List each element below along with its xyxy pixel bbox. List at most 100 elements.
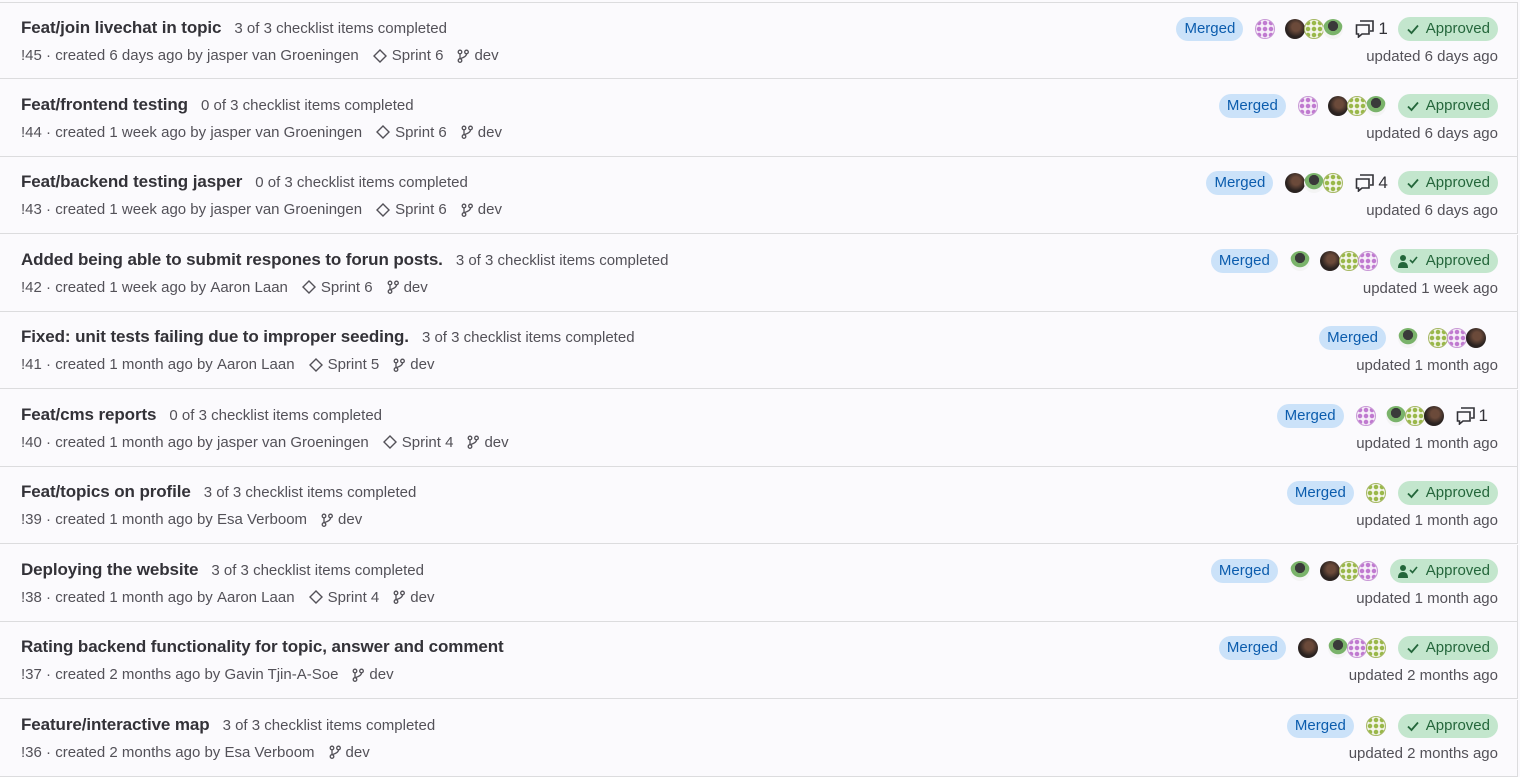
author-link[interactable]: Aaron Laan — [217, 589, 295, 606]
avatar[interactable] — [1323, 19, 1344, 39]
avatar[interactable] — [1323, 173, 1344, 193]
merge-request-row[interactable]: Feat/cms reports 0 of 3 checklist items c… — [0, 389, 1518, 467]
avatar[interactable] — [1398, 328, 1418, 348]
mr-meta: !37 · created 2 months ago by Gavin Tjin… — [21, 666, 394, 683]
avatar[interactable] — [1428, 328, 1448, 348]
avatar[interactable] — [1423, 405, 1444, 426]
approved-badge: Approved — [1397, 171, 1498, 195]
avatar-group — [1297, 95, 1386, 116]
target-branch[interactable]: dev — [393, 356, 434, 373]
merge-request-row[interactable]: Feat/frontend testing 0 of 3 checklist it… — [0, 79, 1518, 157]
avatar[interactable] — [1319, 560, 1340, 581]
merge-request-row[interactable]: Feat/backend testing jasper 0 of 3 checkl… — [0, 157, 1518, 234]
avatar[interactable] — [1447, 328, 1467, 348]
target-branch[interactable]: dev — [321, 511, 362, 528]
avatar[interactable] — [1289, 560, 1310, 581]
avatar[interactable] — [1304, 19, 1325, 39]
avatar[interactable] — [1289, 250, 1310, 271]
avatar[interactable] — [1365, 715, 1386, 736]
merge-request-row[interactable]: Feature/interactive map 3 of 3 checklist … — [0, 699, 1518, 777]
avatar[interactable] — [1365, 483, 1386, 503]
milestone-label: Sprint 4 — [401, 433, 454, 451]
merge-request-row[interactable]: Added being able to submit respones to f… — [0, 234, 1518, 312]
mr-reference[interactable]: !39 — [21, 511, 42, 528]
author-link[interactable]: Aaron Laan — [210, 279, 288, 296]
author-link[interactable]: Esa Verboom — [217, 511, 307, 528]
milestone-link[interactable]: Sprint 6 — [376, 124, 447, 141]
avatar[interactable] — [1357, 560, 1378, 581]
target-branch[interactable]: dev — [329, 744, 370, 761]
milestone-link[interactable]: Sprint 6 — [376, 201, 447, 218]
author-link[interactable]: Esa Verboom — [224, 744, 314, 761]
avatar[interactable] — [1285, 173, 1306, 193]
milestone-link[interactable]: Sprint 4 — [308, 589, 379, 606]
author-link[interactable]: jasper van Groeningen — [207, 47, 359, 64]
target-branch[interactable]: dev — [461, 201, 502, 218]
avatar[interactable] — [1327, 638, 1348, 658]
avatar[interactable] — [1338, 250, 1359, 271]
mr-title-link[interactable]: Feat/backend testing jasper — [21, 172, 242, 192]
target-branch[interactable]: dev — [467, 434, 509, 451]
mr-reference[interactable]: !42 — [21, 279, 42, 296]
avatar[interactable] — [1346, 638, 1367, 658]
avatar[interactable] — [1297, 95, 1318, 116]
mr-title-link[interactable]: Added being able to submit respones to f… — [21, 250, 443, 270]
avatar[interactable] — [1285, 19, 1306, 39]
mr-reference[interactable]: !45 — [21, 47, 42, 64]
comment-icon — [1456, 406, 1479, 425]
mr-reference[interactable]: !44 — [21, 124, 42, 141]
avatar[interactable] — [1365, 638, 1386, 658]
merge-request-row[interactable]: Feat/join livechat in topic 3 of 3 checkl… — [0, 2, 1518, 79]
avatar[interactable] — [1304, 173, 1325, 193]
avatar[interactable] — [1355, 405, 1376, 426]
mr-reference[interactable]: !43 — [21, 201, 42, 218]
author-link[interactable]: jasper van Groeningen — [217, 434, 369, 451]
mr-reference[interactable]: !37 — [21, 666, 42, 683]
target-branch[interactable]: dev — [457, 47, 499, 64]
merge-request-row[interactable]: Fixed: unit tests failing due to imprope… — [0, 312, 1518, 389]
milestone-link[interactable]: Sprint 6 — [301, 279, 373, 296]
avatar[interactable] — [1404, 405, 1425, 426]
avatar[interactable] — [1385, 405, 1406, 426]
merge-request-row[interactable]: Rating backend functionality for topic, … — [0, 622, 1518, 699]
avatar[interactable] — [1319, 250, 1340, 271]
avatar[interactable] — [1346, 95, 1367, 116]
avatar[interactable] — [1466, 328, 1486, 348]
merge-request-row[interactable]: Feat/topics on profile 3 of 3 checklist i… — [0, 467, 1518, 544]
target-branch[interactable]: dev — [387, 279, 428, 296]
target-branch[interactable]: dev — [461, 124, 502, 141]
avatar[interactable] — [1338, 560, 1359, 581]
mr-title-link[interactable]: Fixed: unit tests failing due to imprope… — [21, 327, 409, 347]
comments-count[interactable]: 1 — [1355, 19, 1388, 39]
mr-title-link[interactable]: Feat/join livechat in topic — [21, 18, 221, 38]
milestone-link[interactable]: Sprint 6 — [372, 47, 443, 64]
mr-title-link[interactable]: Rating backend functionality for topic, … — [21, 637, 504, 657]
avatar[interactable] — [1357, 250, 1378, 271]
mr-title-link[interactable]: Feat/cms reports — [21, 405, 157, 425]
avatar[interactable] — [1297, 638, 1318, 658]
author-link[interactable]: Gavin Tjin-A-Soe — [224, 666, 338, 683]
comments-count[interactable]: 1 — [1456, 406, 1488, 426]
avatar[interactable] — [1327, 95, 1348, 116]
target-branch[interactable]: dev — [352, 666, 394, 683]
target-branch[interactable]: dev — [393, 589, 434, 606]
merge-request-row[interactable]: Deploying the website 3 of 3 checklist it… — [0, 544, 1518, 622]
mr-meta: !41 · created 1 month ago by Aaron Laan S… — [21, 356, 434, 373]
comments-count[interactable]: 4 — [1355, 173, 1388, 193]
mr-title-link[interactable]: Deploying the website — [21, 560, 198, 580]
mr-title-link[interactable]: Feature/interactive map — [21, 715, 210, 735]
milestone-link[interactable]: Sprint 5 — [308, 356, 379, 373]
mr-reference[interactable]: !41 — [21, 356, 42, 373]
branch-label: dev — [474, 47, 499, 64]
milestone-link[interactable]: Sprint 4 — [382, 433, 454, 451]
mr-reference[interactable]: !38 — [21, 589, 42, 606]
author-link[interactable]: Aaron Laan — [217, 356, 295, 373]
author-link[interactable]: jasper van Groeningen — [210, 124, 362, 141]
mr-title-link[interactable]: Feat/topics on profile — [21, 482, 191, 502]
mr-reference[interactable]: !36 — [21, 744, 42, 761]
avatar[interactable] — [1255, 19, 1276, 39]
author-link[interactable]: jasper van Groeningen — [210, 201, 362, 218]
avatar[interactable] — [1365, 95, 1386, 116]
mr-title-link[interactable]: Feat/frontend testing — [21, 95, 188, 115]
mr-reference[interactable]: !40 — [21, 434, 42, 451]
